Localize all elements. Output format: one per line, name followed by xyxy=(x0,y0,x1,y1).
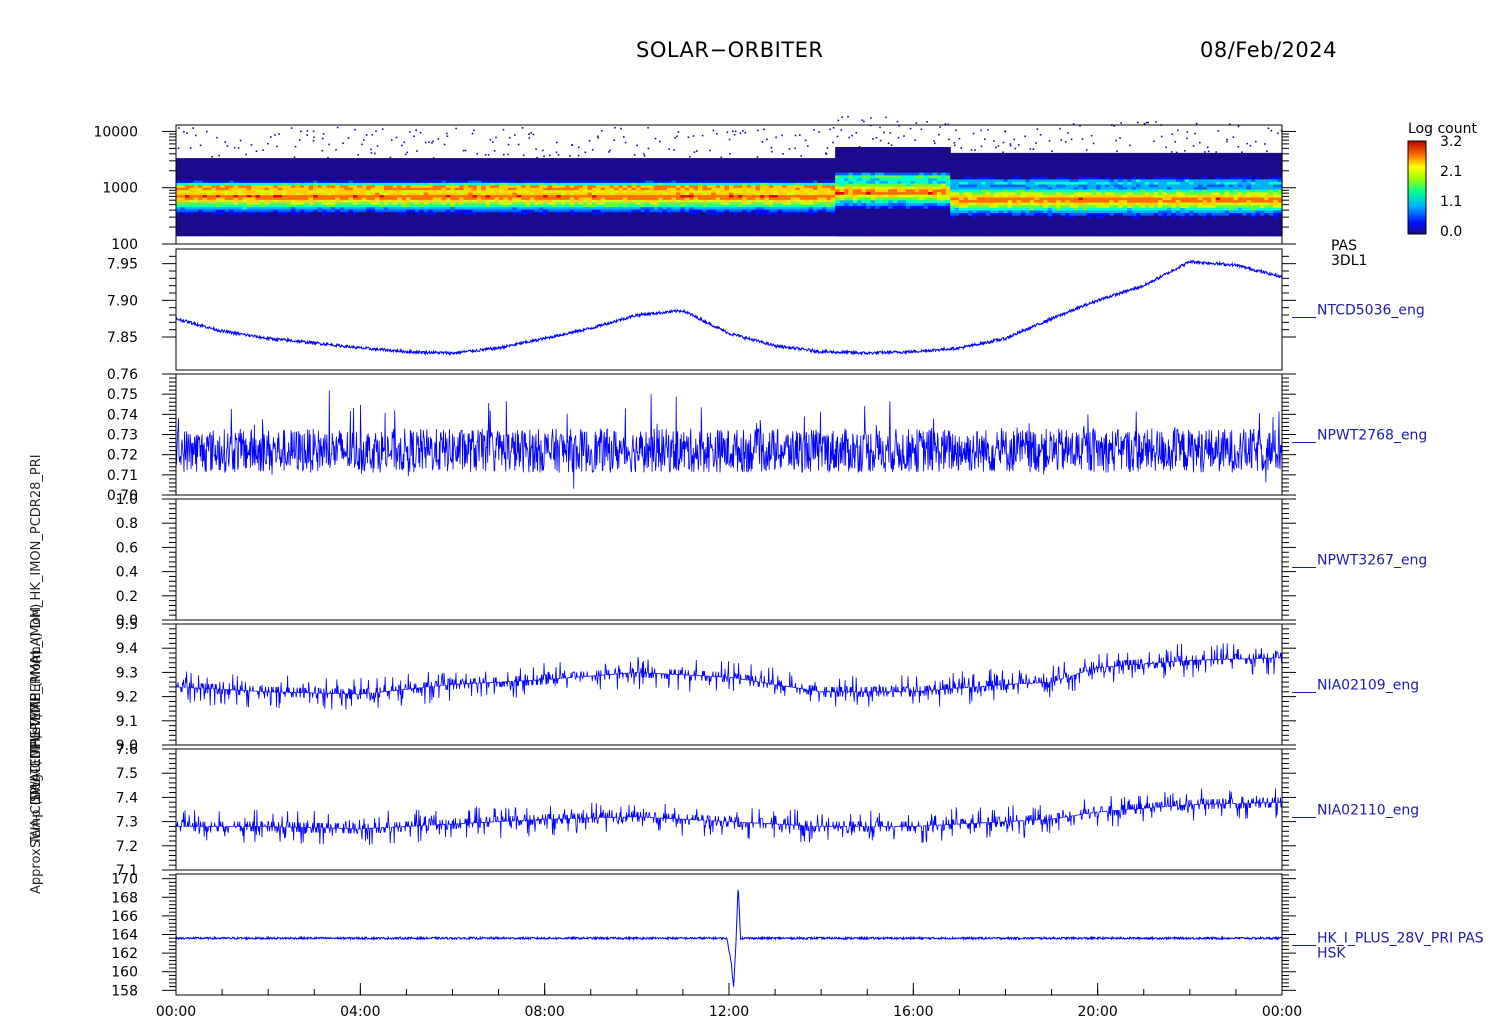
spectrogram xyxy=(176,115,1283,237)
y-tick-label: 7.3 xyxy=(116,815,138,831)
y-tick-label: 0.71 xyxy=(107,468,138,484)
colorbar-tick-label: 1.1 xyxy=(1440,194,1462,210)
colorbar-tick-label: 0.0 xyxy=(1440,224,1462,240)
x-tick-label: 08:00 xyxy=(524,1004,564,1020)
y-tick-label: 0.74 xyxy=(107,407,138,423)
panel-3: 0.700.710.720.730.740.750.76NPWT2768_eng xyxy=(107,367,1427,504)
y-tick-label: 7.2 xyxy=(116,839,138,855)
panel-1: 100 1000 10000 PAS3DL1 xyxy=(93,115,1367,269)
y-tick-label: 162 xyxy=(111,946,138,962)
plot-frame xyxy=(175,248,1283,371)
multi-panel-chart: 100 1000 10000 PAS3DL1 7.85 7.90 7.95 NTCD5036_… xyxy=(29,115,1484,1020)
series-label: HSK xyxy=(1317,946,1346,962)
y-tick-label: 160 xyxy=(111,965,138,981)
plot-frame xyxy=(175,748,1283,871)
x-tick-label: 12:00 xyxy=(709,1004,749,1020)
y-tick-label: 9.5 xyxy=(116,617,138,633)
x-tick-label: 00:00 xyxy=(1262,1004,1302,1020)
colorbar xyxy=(1407,140,1427,235)
x-tick-label: 00:00 xyxy=(156,1004,196,1020)
x-tick-label: 04:00 xyxy=(340,1004,380,1020)
series-label: PAS xyxy=(1331,238,1357,254)
y-tick-label: 166 xyxy=(111,909,138,925)
y-tick-label: 9.2 xyxy=(116,690,138,706)
y-tick-label: 0.4 xyxy=(116,565,138,581)
series-label: NPWT2768_eng xyxy=(1317,428,1427,444)
series-label: NTCD5036_eng xyxy=(1317,303,1425,319)
y-tick-label: 0.72 xyxy=(107,448,138,464)
series-line xyxy=(175,259,1283,356)
x-tick-label: 16:00 xyxy=(893,1004,933,1020)
y-tick-label: 7.90 xyxy=(107,293,138,309)
y-tick-label: 9.4 xyxy=(116,641,138,657)
colorbar-tick-label: 3.2 xyxy=(1440,134,1462,150)
y-tick-label: 7.6 xyxy=(116,742,138,758)
series-line xyxy=(175,788,1283,846)
y-tick-label: 0.2 xyxy=(116,589,138,605)
y-tick-label: 164 xyxy=(111,928,138,944)
y-axis-label: (mA) DM_HK_IMON_PCDR28_PRI xyxy=(29,454,44,664)
y-tick-label: 0.76 xyxy=(107,367,138,383)
series-label: NPWT3267_eng xyxy=(1317,553,1427,569)
colorbar-tick-label: 2.1 xyxy=(1440,164,1462,180)
y-tick-label: 1.0 xyxy=(116,492,138,508)
series-label: NIA02110_eng xyxy=(1317,803,1419,819)
y-tick-label: 7.4 xyxy=(116,790,138,806)
panel-2: 7.85 7.90 7.95 NTCD5036_eng xyxy=(107,248,1425,371)
y-tick-label: 168 xyxy=(111,890,138,906)
y-tick-label: 0.73 xyxy=(107,428,138,444)
series-label: NIA02109_eng xyxy=(1317,678,1419,694)
plot-frame xyxy=(175,373,1283,496)
y-tick-label: 7.85 xyxy=(107,330,138,346)
y-axis: 9.09.19.29.39.49.5 xyxy=(116,617,1296,754)
y-tick-label: 158 xyxy=(111,983,138,999)
y-axis: 158 160 162 164 166 168 170 xyxy=(111,872,1296,999)
y-tick-label: 1000 xyxy=(102,181,138,197)
series-label: HK_I_PLUS_28V_PRI PAS xyxy=(1317,931,1484,947)
y-tick-label: 9.3 xyxy=(116,665,138,681)
y-axis: 7.85 7.90 7.95 xyxy=(107,255,1296,346)
y-axis: 0.00.20.40.60.81.0 xyxy=(116,492,1296,629)
y-tick-label: 0.6 xyxy=(116,540,138,556)
panel-4: 0.00.20.40.60.81.0NPWT3267_eng xyxy=(116,492,1428,629)
y-tick-label: 170 xyxy=(111,872,138,888)
y-tick-label: 7.5 xyxy=(116,766,138,782)
y-tick-label: 0.8 xyxy=(116,516,138,532)
plot-frame xyxy=(175,873,1283,996)
series-line xyxy=(175,889,1283,987)
plot-frame xyxy=(175,498,1283,621)
y-tick-label: 7.95 xyxy=(107,257,138,273)
y-tick-label: 100 xyxy=(111,237,138,253)
overlapping-y-labels: (eV)Approx Temp (DegC)SWA-CDPU-TEMPSWA-C… xyxy=(29,454,44,894)
panel-5: 9.09.19.29.39.49.5NIA02109_eng xyxy=(116,617,1419,754)
panel-7: 158 160 162 164 166 168 170 HK_I_PLUS_28V_PRI P… xyxy=(111,872,1484,1000)
y-tick-label: 0.75 xyxy=(107,387,138,403)
series-line xyxy=(175,390,1283,489)
series-line xyxy=(175,643,1283,710)
y-tick-label: 9.1 xyxy=(116,714,138,730)
x-tick-label: 20:00 xyxy=(1077,1004,1117,1020)
series-label: 3DL1 xyxy=(1331,253,1367,269)
panel-6: 7.17.27.37.47.57.6NIA02110_eng xyxy=(116,742,1419,879)
y-tick-label: 10000 xyxy=(93,124,138,140)
